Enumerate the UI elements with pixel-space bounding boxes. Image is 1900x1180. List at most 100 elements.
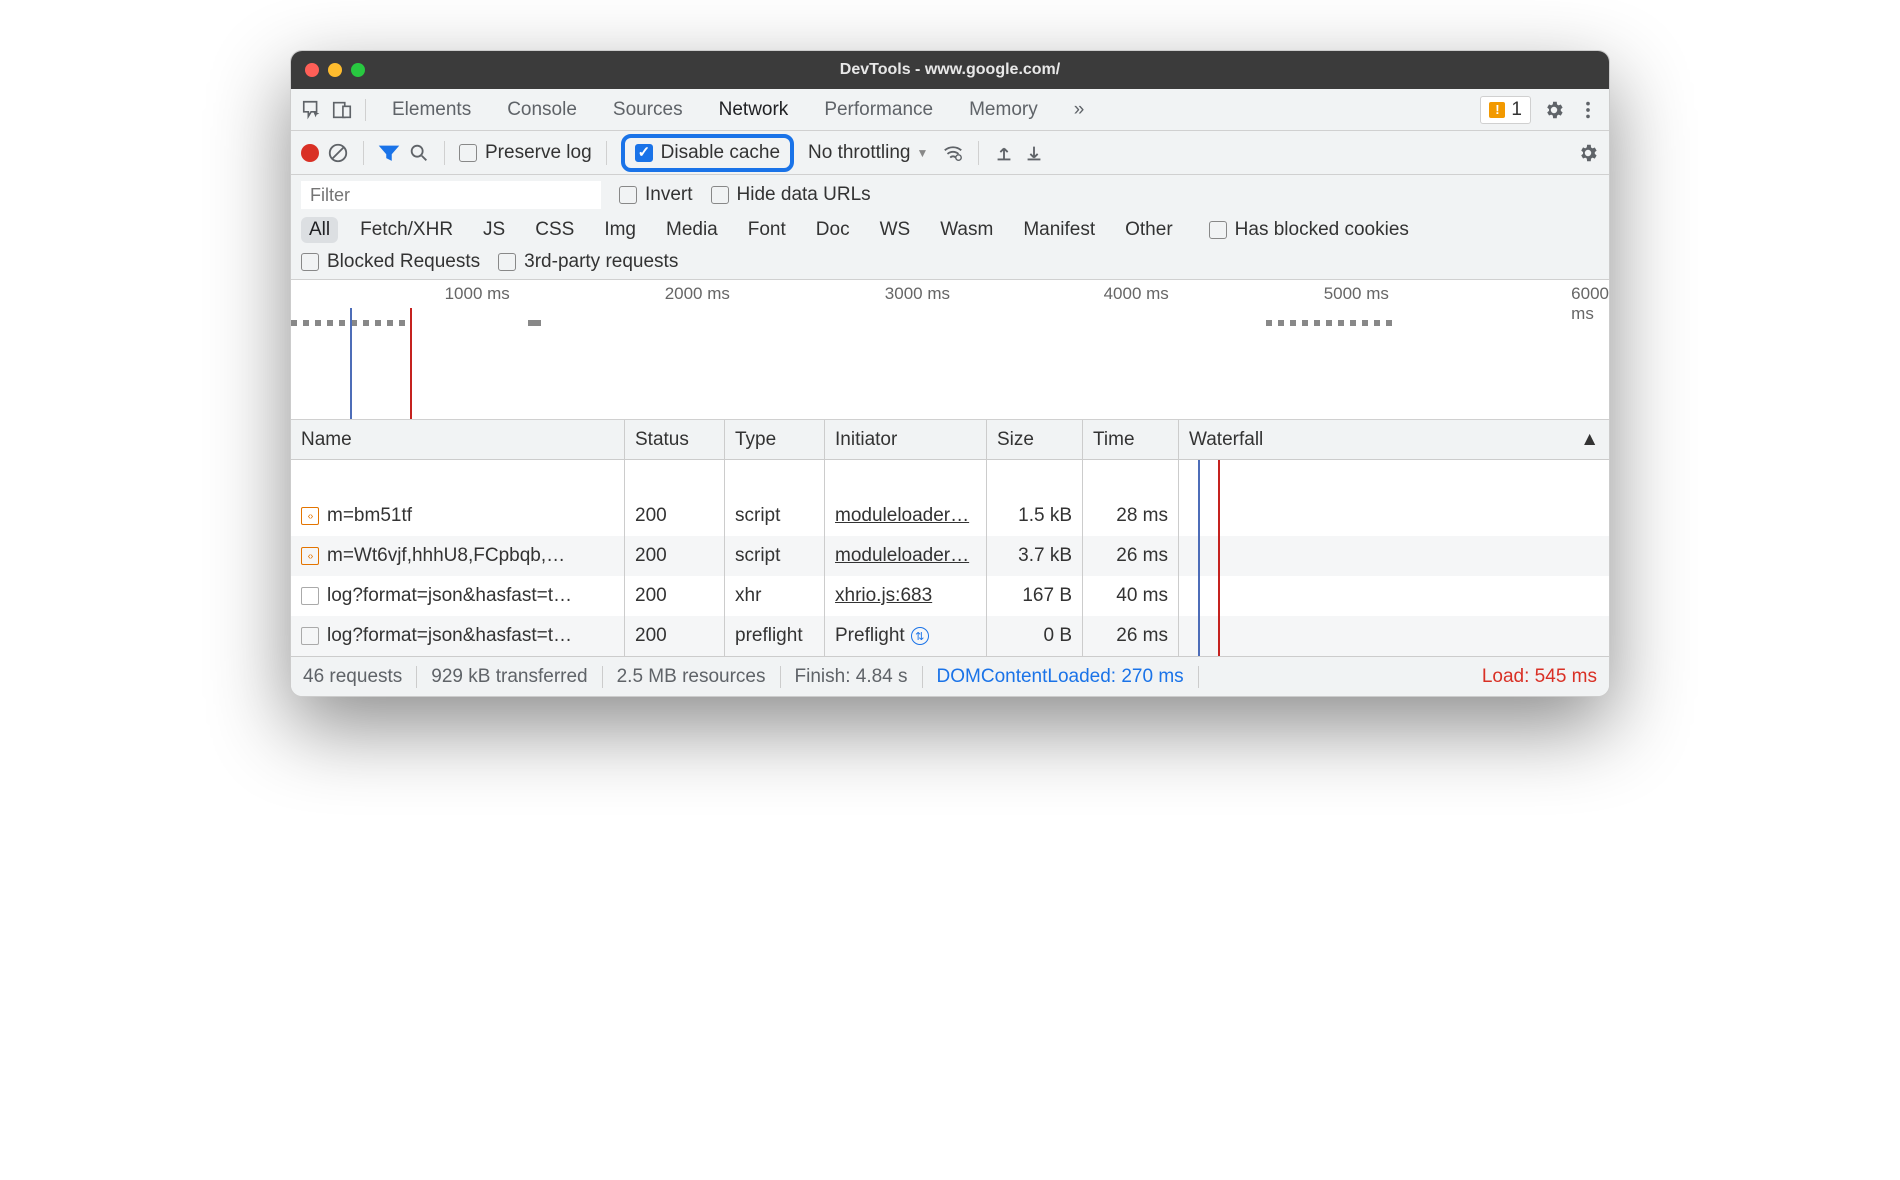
devtools-window: DevTools - www.google.com/ Elements Cons… [290, 50, 1610, 697]
load-marker [410, 308, 412, 419]
filter-type-other[interactable]: Other [1117, 217, 1181, 243]
col-initiator[interactable]: Initiator [825, 420, 987, 459]
maximize-window-button[interactable] [351, 63, 365, 77]
generic-file-icon [301, 627, 319, 645]
filter-type-fetch-xhr[interactable]: Fetch/XHR [352, 217, 461, 243]
throttling-select[interactable]: No throttling ▼ [802, 142, 934, 164]
more-tabs-button[interactable]: » [1056, 99, 1103, 121]
traffic-lights [291, 63, 365, 77]
divider [606, 141, 607, 165]
disable-cache-checkbox[interactable]: Disable cache [635, 142, 780, 164]
issues-count: 1 [1511, 99, 1522, 121]
disable-cache-highlight: Disable cache [621, 134, 794, 172]
table-row[interactable]: m=Wt6vjf,hhhU8,FCpbqb,… 200 script modul… [291, 536, 1609, 576]
divider [978, 141, 979, 165]
table-row[interactable]: log?format=json&hasfast=t… 200 xhr xhrio… [291, 576, 1609, 616]
tab-elements[interactable]: Elements [374, 99, 489, 121]
import-har-icon[interactable] [993, 142, 1015, 164]
timeline-tick: 2000 ms [665, 284, 730, 304]
preserve-log-checkbox[interactable]: Preserve log [459, 142, 592, 164]
chevron-down-icon: ▼ [916, 146, 928, 160]
domcontentloaded-marker [350, 308, 352, 419]
minimize-window-button[interactable] [328, 63, 342, 77]
window-title: DevTools - www.google.com/ [291, 61, 1609, 79]
generic-file-icon [301, 587, 319, 605]
close-window-button[interactable] [305, 63, 319, 77]
timeline-overview[interactable]: 1000 ms 2000 ms 3000 ms 4000 ms 5000 ms … [291, 280, 1609, 420]
settings-icon[interactable] [1543, 99, 1565, 121]
divider [363, 141, 364, 165]
tab-sources[interactable]: Sources [595, 99, 701, 121]
search-icon[interactable] [408, 142, 430, 164]
warning-icon: ! [1489, 102, 1505, 118]
initiator-link[interactable]: xhrio.js:683 [835, 585, 932, 607]
filter-type-img[interactable]: Img [596, 217, 644, 243]
kebab-menu-icon[interactable] [1577, 99, 1599, 121]
table-row[interactable]: m=bm51tf 200 script moduleloader… 1.5 kB… [291, 496, 1609, 536]
inspect-element-icon[interactable] [301, 99, 323, 121]
table-row[interactable]: log?format=json&hasfast=t… 200 preflight… [291, 616, 1609, 656]
filter-toggle-icon[interactable] [378, 142, 400, 164]
status-requests: 46 requests [303, 666, 417, 688]
invert-checkbox[interactable]: Invert [619, 184, 693, 206]
clear-icon[interactable] [327, 142, 349, 164]
timeline-tick: 6000 ms [1571, 284, 1609, 324]
script-file-icon [301, 507, 319, 525]
sort-indicator-icon: ▲ [1580, 429, 1599, 451]
col-waterfall[interactable]: Waterfall▲ [1179, 420, 1609, 459]
filter-type-js[interactable]: JS [475, 217, 513, 243]
filter-input[interactable] [301, 181, 601, 209]
hide-data-urls-checkbox[interactable]: Hide data URLs [711, 184, 871, 206]
col-name[interactable]: Name [291, 420, 625, 459]
initiator-link[interactable]: moduleloader… [835, 505, 969, 527]
status-finish: Finish: 4.84 s [781, 666, 923, 688]
script-file-icon [301, 547, 319, 565]
tab-memory[interactable]: Memory [951, 99, 1056, 121]
status-resources: 2.5 MB resources [603, 666, 781, 688]
filter-type-doc[interactable]: Doc [808, 217, 858, 243]
timeline-tick: 3000 ms [885, 284, 950, 304]
network-conditions-icon[interactable] [942, 142, 964, 164]
initiator-text: Preflight [835, 625, 905, 647]
third-party-requests-checkbox[interactable]: 3rd-party requests [498, 251, 678, 273]
has-blocked-cookies-checkbox[interactable]: Has blocked cookies [1209, 219, 1409, 241]
throttling-value: No throttling [808, 142, 910, 164]
network-toolbar: Preserve log Disable cache No throttling… [291, 131, 1609, 175]
timeline-tick: 1000 ms [445, 284, 510, 304]
status-bar: 46 requests 929 kB transferred 2.5 MB re… [291, 656, 1609, 696]
issues-badge[interactable]: ! 1 [1480, 96, 1531, 124]
type-filter-row: All Fetch/XHR JS CSS Img Media Font Doc … [301, 217, 1599, 243]
tab-network[interactable]: Network [701, 99, 807, 121]
filter-bar: Invert Hide data URLs All Fetch/XHR JS C… [291, 175, 1609, 280]
blocked-requests-checkbox[interactable]: Blocked Requests [301, 251, 480, 273]
tab-performance[interactable]: Performance [806, 99, 951, 121]
filter-type-media[interactable]: Media [658, 217, 726, 243]
request-table-header: Name Status Type Initiator Size Time Wat… [291, 420, 1609, 460]
filter-type-font[interactable]: Font [740, 217, 794, 243]
record-button[interactable] [301, 144, 319, 162]
status-load: Load: 545 ms [1482, 666, 1597, 688]
col-time[interactable]: Time [1083, 420, 1179, 459]
status-transferred: 929 kB transferred [417, 666, 602, 688]
filter-type-manifest[interactable]: Manifest [1015, 217, 1103, 243]
filter-type-css[interactable]: CSS [527, 217, 582, 243]
status-domcontentloaded: DOMContentLoaded: 270 ms [923, 666, 1199, 688]
filter-type-wasm[interactable]: Wasm [932, 217, 1001, 243]
timeline-tick: 5000 ms [1324, 284, 1389, 304]
disable-cache-label: Disable cache [661, 142, 780, 164]
filter-type-ws[interactable]: WS [872, 217, 919, 243]
network-settings-icon[interactable] [1577, 142, 1599, 164]
request-table-body: m=bm51tf 200 script moduleloader… 1.5 kB… [291, 460, 1609, 656]
preserve-log-label: Preserve log [485, 142, 592, 164]
export-har-icon[interactable] [1023, 142, 1045, 164]
filter-type-all[interactable]: All [301, 217, 338, 243]
main-tabs: Elements Console Sources Network Perform… [291, 89, 1609, 131]
tab-console[interactable]: Console [489, 99, 595, 121]
col-size[interactable]: Size [987, 420, 1083, 459]
device-toolbar-icon[interactable] [331, 99, 353, 121]
timeline-tick: 4000 ms [1104, 284, 1169, 304]
col-type[interactable]: Type [725, 420, 825, 459]
initiator-link[interactable]: moduleloader… [835, 545, 969, 567]
col-status[interactable]: Status [625, 420, 725, 459]
divider [444, 141, 445, 165]
